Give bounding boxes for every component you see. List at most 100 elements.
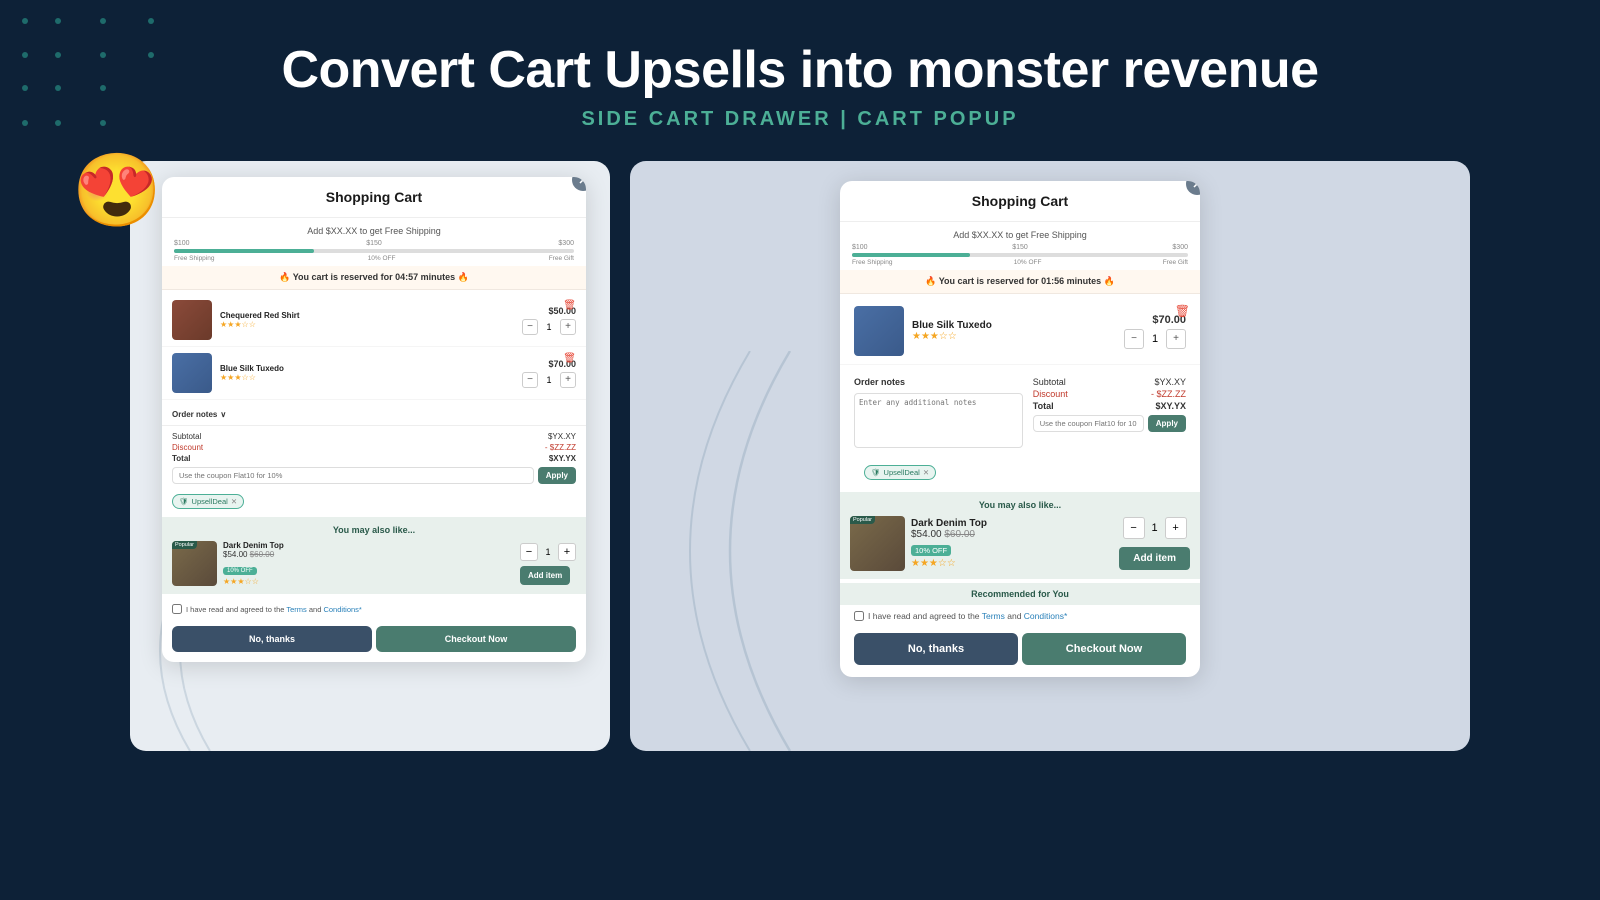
item-2-info: Blue Silk Tuxedo ★★★☆☆ [220,364,514,382]
left-upsell-section: You may also like... Popular Dark Denim … [162,517,586,594]
left-conditions-link[interactable]: Conditions* [323,605,361,614]
upsell-tag-label: UpsellDeal [192,497,228,506]
right-delete-item-1-icon[interactable]: 🗑 [1175,304,1190,318]
upsell-item-image: Popular [172,541,217,586]
right-shipping-section: Add $XX.XX to get Free Shipping $100 $15… [840,222,1200,270]
right-upsell-qty-control: − 1 + [1123,517,1187,539]
right-panel: ✕ Shopping Cart Add $XX.XX to get Free S… [630,161,1470,751]
right-add-item-button[interactable]: Add item [1119,547,1190,570]
upsell-minus-btn[interactable]: − [520,543,538,561]
item-2-plus-btn[interactable]: + [560,372,576,388]
item-2-name: Blue Silk Tuxedo [220,364,514,373]
left-milestones: $100 $150 $300 [174,240,574,247]
right-upsell-section: You may also like... Popular Dark Denim … [840,492,1200,579]
right-total-row: Total $XY.YX [1033,401,1186,411]
right-upsell-right-controls: − 1 + Add item [1119,517,1190,570]
item-1-image [172,300,212,340]
left-upsell-title: You may also like... [172,525,576,535]
right-total-label: Total [1033,401,1054,411]
emoji-mascot: 😍 [72,148,162,233]
right-conditions-link[interactable]: Conditions* [1024,611,1067,621]
upsell-discount-badge: 10% OFF [223,567,257,575]
delete-item-2-icon[interactable]: 🗑 [563,353,576,364]
left-no-thanks-button[interactable]: No, thanks [172,626,372,652]
right-item-1-price-qty: $70.00 − 1 + [1124,314,1186,349]
right-upsell-item-info: Dark Denim Top $54.00 $60.00 10% OFF ★★★… [911,518,1113,569]
left-shipping-section: Add $XX.XX to get Free Shipping $100 $15… [162,218,586,266]
right-upsell-price: $54.00 [911,529,944,540]
right-terms-link[interactable]: Terms [982,611,1005,621]
left-terms-link[interactable]: Terms [286,605,306,614]
right-label-10off: 10% OFF [1014,259,1042,266]
chevron-icon: ∨ [220,410,226,419]
right-subtotal-val: $YX.XY [1154,377,1186,387]
item-1-minus-btn[interactable]: − [522,319,538,335]
right-item-1-name: Blue Silk Tuxedo [912,320,1116,331]
right-upsell-item-name: Dark Denim Top [911,518,1113,529]
left-panel: ✕ Shopping Cart Add $XX.XX to get Free S… [130,161,610,751]
discount-label: Discount [172,443,203,452]
right-upsell-minus-btn[interactable]: − [1123,517,1145,539]
left-checkout-button[interactable]: Checkout Now [376,626,576,652]
item-2-minus-btn[interactable]: − [522,372,538,388]
page-subtitle: SIDE CART DRAWER | CART POPUP [0,108,1600,131]
subtotal-row: Subtotal $YX.XY [172,432,576,441]
right-total-val: $XY.YX [1155,401,1186,411]
right-order-notes-container: Order notes [854,377,1023,453]
upsell-deal-tag: 🛡 UpsellDeal ✕ [162,490,586,513]
right-upsell-item-image: Popular [850,516,905,571]
right-footer-buttons: No, thanks Checkout Now [840,627,1200,677]
coupon-apply-button[interactable]: Apply [538,467,576,484]
left-terms-text: I have read and agreed to the Terms and … [186,605,362,614]
left-cart-container: ✕ Shopping Cart Add $XX.XX to get Free S… [130,161,610,678]
left-terms-checkbox[interactable] [172,604,182,614]
item-1-qty-control: − 1 + [522,319,576,335]
right-upsell-tag-close[interactable]: ✕ [923,468,929,477]
upsell-plus-btn[interactable]: + [558,543,576,561]
left-timer: 🔥 You cart is reserved for 04:57 minutes… [162,266,586,290]
panels-row: ✕ Shopping Cart Add $XX.XX to get Free S… [0,161,1600,751]
right-subtotal-label: Subtotal [1033,377,1066,387]
left-terms-row: I have read and agreed to the Terms and … [162,598,586,620]
item-1-plus-btn[interactable]: + [560,319,576,335]
right-item-1-minus-btn[interactable]: − [1124,329,1144,349]
right-terms-text: I have read and agreed to the Terms and … [868,611,1067,621]
right-item-1-plus-btn[interactable]: + [1166,329,1186,349]
right-upsell-title: You may also like... [850,500,1190,510]
right-upsell-prices: $54.00 $60.00 [911,529,1113,540]
left-order-notes: Order notes ∨ [162,404,586,426]
curve-decor-right [630,351,830,751]
upsell-tag-close[interactable]: ✕ [231,497,237,506]
right-coupon-input[interactable] [1033,415,1144,432]
right-order-notes-input[interactable] [854,393,1023,448]
right-discount-row: Discount - $ZZ.ZZ [1033,389,1186,399]
right-checkout-button[interactable]: Checkout Now [1022,633,1186,665]
right-coupon-apply-button[interactable]: Apply [1148,415,1186,432]
page-title: Convert Cart Upsells into monster revenu… [0,40,1600,100]
delete-item-1-icon[interactable]: 🗑 [563,300,576,311]
right-no-thanks-button[interactable]: No, thanks [854,633,1018,665]
upsell-orig-price: $60.00 [250,550,274,559]
right-milestone-2: $150 [1012,244,1028,251]
right-upsell-plus-btn[interactable]: + [1165,517,1187,539]
total-val: $XY.YX [549,454,576,463]
right-milestone-labels: Free Shipping 10% OFF Free Gift [852,259,1188,266]
right-upsell-orig-price: $60.00 [944,529,975,540]
milestone-1: $100 [174,240,190,247]
right-shield-icon: 🛡 [871,468,881,477]
upsell-item-name: Dark Denim Top [223,541,514,550]
coupon-input[interactable] [172,467,534,484]
right-terms-row: I have read and agreed to the Terms and … [840,605,1200,627]
right-terms-checkbox[interactable] [854,611,864,621]
popular-badge: Popular [172,541,197,549]
right-upsell-item: Popular Dark Denim Top $54.00 $60.00 10%… [850,516,1190,571]
coupon-row: Apply [172,467,576,484]
right-popular-badge: Popular [850,516,875,524]
left-cart-title: Shopping Cart [326,189,422,205]
left-shipping-text: Add $XX.XX to get Free Shipping [174,226,574,236]
discount-val: - $ZZ.ZZ [545,443,576,452]
right-pricing-container: Subtotal $YX.XY Discount - $ZZ.ZZ Total … [1033,377,1186,453]
label-free-gift: Free Gift [549,255,574,262]
add-item-button[interactable]: Add item [520,566,570,585]
right-item-1-info: Blue Silk Tuxedo ★★★☆☆ [912,320,1116,342]
